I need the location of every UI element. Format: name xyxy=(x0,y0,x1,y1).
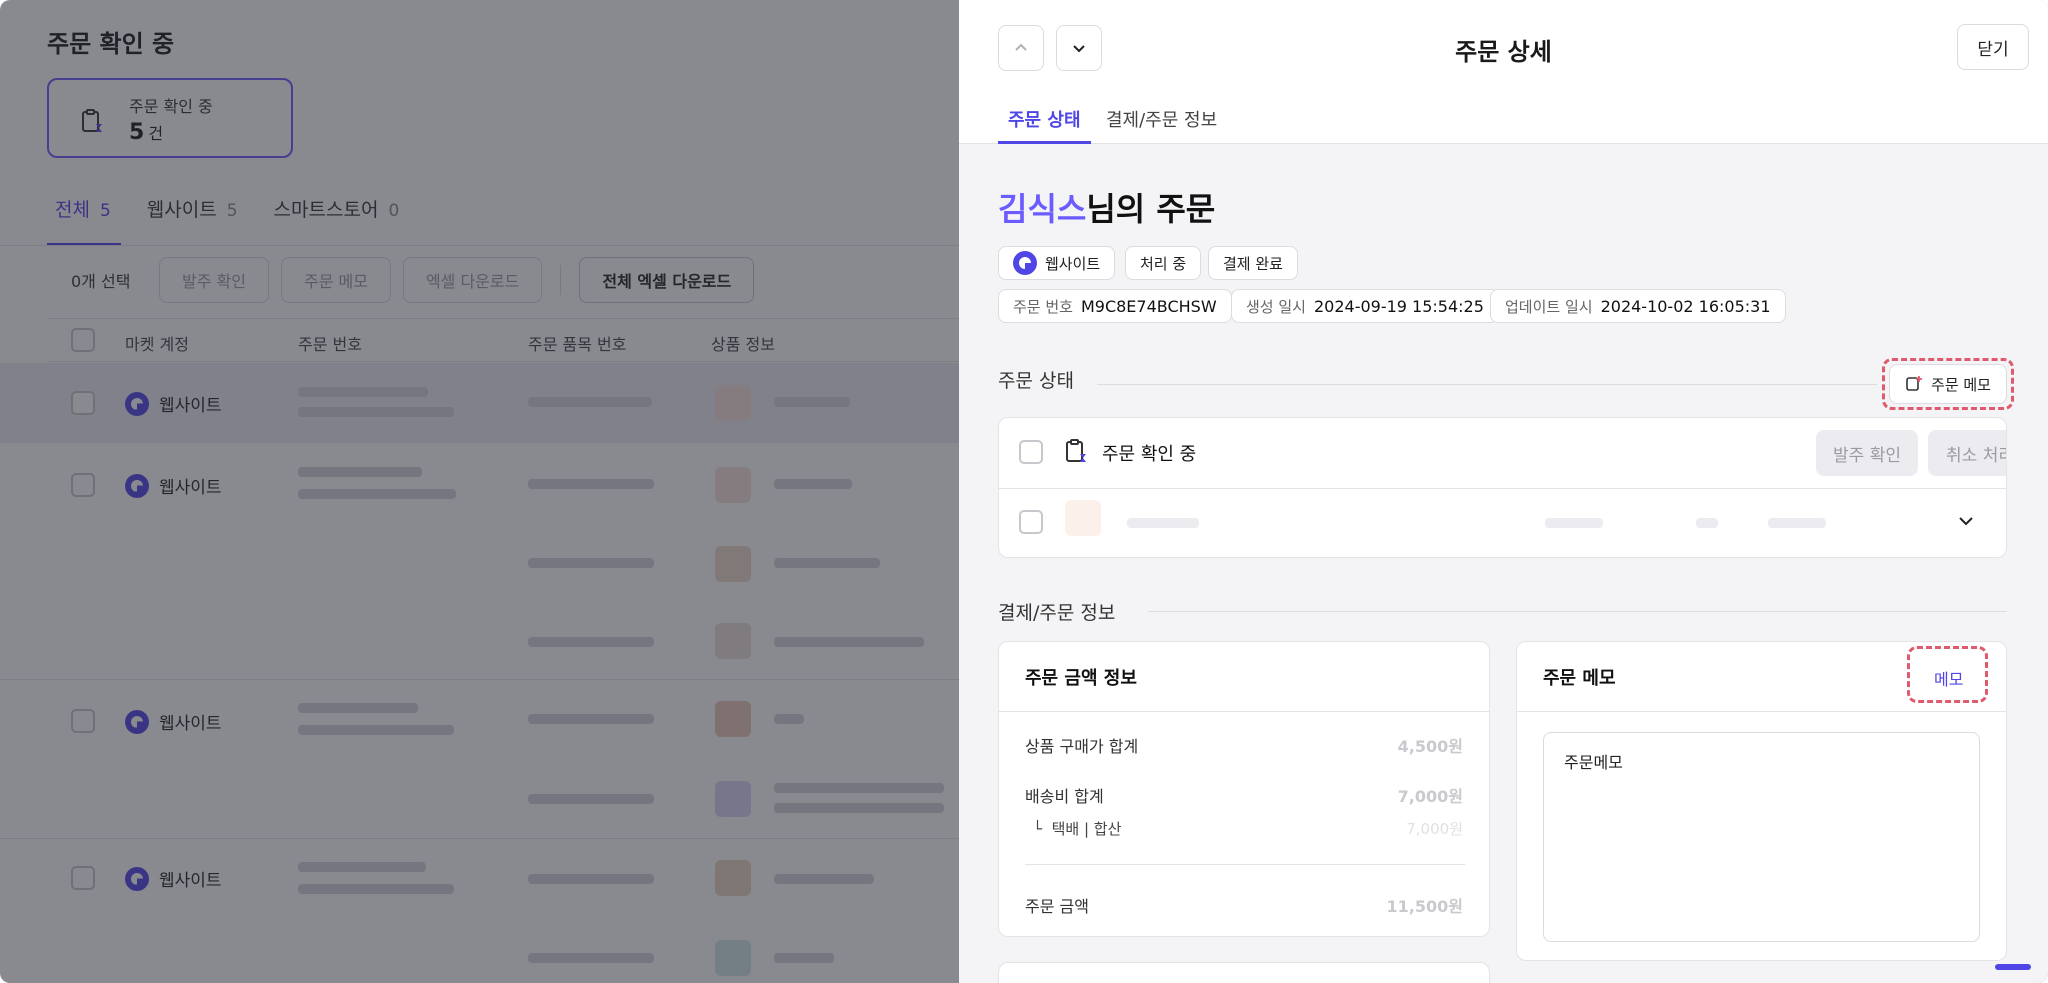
next-card xyxy=(998,962,1490,983)
amount-info-card: 주문 금액 정보 상품 구매가 합계 4,500원 배송비 합계 7,000원 └ … xyxy=(998,641,1490,937)
order-status-card: 주문 확인 중 발주 확인 취소 처리 xyxy=(998,417,2007,558)
customer-name: 김식스 xyxy=(998,190,1087,228)
section-divider xyxy=(1097,384,1877,385)
summary-label: 주문 확인 중 xyxy=(129,97,213,116)
order-status-title: 주문 상태 xyxy=(998,370,1074,392)
tab-website[interactable]: 웹사이트 5 xyxy=(137,196,248,246)
select-all-checkbox[interactable] xyxy=(71,328,95,352)
scroll-indicator[interactable] xyxy=(1995,964,2031,970)
amount-card-title: 주문 금액 정보 xyxy=(1025,668,1137,689)
status-group-label: 주문 확인 중 xyxy=(1102,444,1197,465)
section-divider xyxy=(1148,611,2007,612)
website-logo-icon xyxy=(125,391,149,416)
channel-chip: 웹사이트 xyxy=(998,246,1116,280)
item-checkbox[interactable] xyxy=(1019,510,1043,534)
summary-card[interactable]: 주문 확인 중 5건 xyxy=(47,78,293,158)
list-toolbar: 0개 선택 발주 확인 주문 메모 엑셀 다운로드 전체 엑셀 다운로드 xyxy=(47,257,755,303)
row-checkbox[interactable] xyxy=(71,866,95,890)
group-checkbox[interactable] xyxy=(1019,440,1043,464)
row-checkbox[interactable] xyxy=(71,473,95,497)
store-cell: 웹사이트 xyxy=(125,866,222,891)
created-chip: 생성 일시 2024-09-19 15:54:25 xyxy=(1231,289,1499,323)
confirm-order-button[interactable]: 발주 확인 xyxy=(159,257,269,303)
clipboard-icon xyxy=(82,109,102,132)
product-thumbnail xyxy=(1065,500,1101,536)
tab-smartstore[interactable]: 스마트스토어 0 xyxy=(264,196,410,246)
channel-tabs: 전체 5 웹사이트 5 스마트스토어 0 xyxy=(47,196,409,246)
product-total-row: 상품 구매가 합계 4,500원 xyxy=(1025,737,1463,756)
tab-order-status[interactable]: 주문 상태 xyxy=(998,106,1091,144)
order-no-chip: 주문 번호 M9C8E74BCHSW xyxy=(998,289,1232,323)
col-market: 마켓 계정 xyxy=(125,335,189,354)
order-total-row: 주문 금액 11,500원 xyxy=(1025,897,1463,916)
website-logo-icon xyxy=(1013,251,1037,275)
selected-count: 0개 선택 xyxy=(71,272,131,291)
order-detail-panel: 주문 상세 닫기 주문 상태 결제/주문 정보 김식스님의 주문 웹사이트 처리… xyxy=(959,0,2048,983)
excel-download-button[interactable]: 엑셀 다운로드 xyxy=(402,257,543,303)
shipping-sub-row: └ 택배 | 합산 7,000원 xyxy=(1033,820,1463,838)
order-heading: 김식스님의 주문 xyxy=(998,190,1216,228)
order-memo-button[interactable]: 주문 메모 xyxy=(280,257,391,303)
status-chip: 처리 중 xyxy=(1125,246,1202,280)
memo-button-highlight xyxy=(1882,358,2014,410)
col-order-no: 주문 번호 xyxy=(298,335,362,354)
website-logo-icon xyxy=(125,866,149,891)
panel-header: 주문 상세 닫기 주문 상태 결제/주문 정보 xyxy=(959,0,2048,144)
close-button[interactable]: 닫기 xyxy=(1957,24,2029,70)
store-cell: 웹사이트 xyxy=(125,391,222,416)
table-row[interactable]: 웹사이트 xyxy=(0,840,960,983)
memo-textarea[interactable]: 주문메모 xyxy=(1543,732,1980,942)
toolbar-divider xyxy=(560,265,562,295)
memo-edit-highlight xyxy=(1907,646,1988,703)
memo-card-title: 주문 메모 xyxy=(1543,668,1616,689)
payment-chip: 결제 완료 xyxy=(1208,246,1298,280)
row-checkbox[interactable] xyxy=(71,709,95,733)
table-row[interactable]: 웹사이트 xyxy=(0,681,960,839)
updated-chip: 업데이트 일시 2024-10-02 16:05:31 xyxy=(1490,289,1786,323)
tab-payment-info[interactable]: 결제/주문 정보 xyxy=(1106,106,1217,144)
summary-count: 5건 xyxy=(129,120,164,145)
row-checkbox[interactable] xyxy=(71,391,95,415)
tabs-divider xyxy=(0,245,960,246)
chevron-down-icon[interactable] xyxy=(1956,511,1976,531)
col-product: 상품 정보 xyxy=(711,335,775,354)
website-logo-icon xyxy=(125,473,149,498)
page-title: 주문 확인 중 xyxy=(47,30,175,58)
table-row[interactable]: 웹사이트 xyxy=(0,443,960,680)
store-cell: 웹사이트 xyxy=(125,709,222,734)
cancel-order-button[interactable]: 취소 처리 xyxy=(1928,430,2006,476)
tab-all[interactable]: 전체 5 xyxy=(47,196,121,246)
website-logo-icon xyxy=(125,709,149,734)
clipboard-icon xyxy=(1066,439,1086,462)
col-item-no: 주문 품목 번호 xyxy=(528,335,627,354)
panel-title: 주문 상세 xyxy=(1455,38,1552,66)
all-excel-download-button[interactable]: 전체 엑셀 다운로드 xyxy=(579,257,755,303)
payment-info-title: 결제/주문 정보 xyxy=(998,602,1116,624)
table-row[interactable]: 웹사이트 xyxy=(0,363,960,443)
store-cell: 웹사이트 xyxy=(125,473,222,498)
table-header: 마켓 계정 주문 번호 주문 품목 번호 상품 정보 xyxy=(47,318,967,362)
shipping-total-row: 배송비 합계 7,000원 xyxy=(1025,787,1463,806)
confirm-order-button[interactable]: 발주 확인 xyxy=(1816,430,1918,476)
